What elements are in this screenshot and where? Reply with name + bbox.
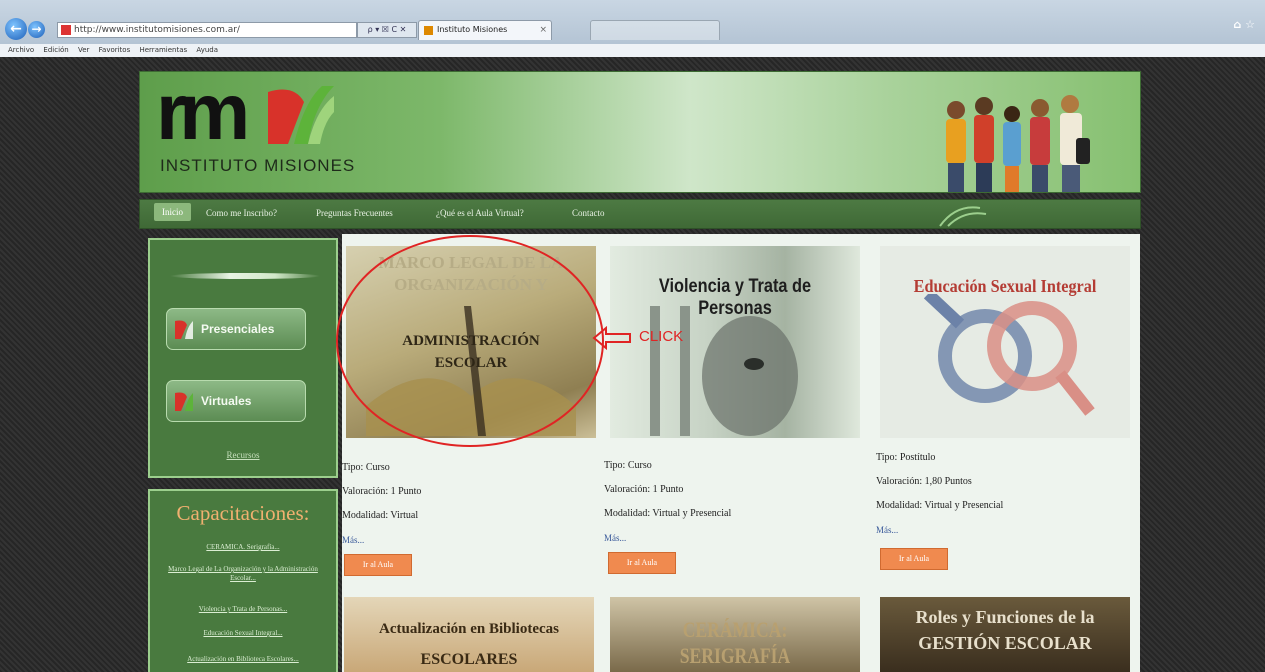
course-more-link[interactable]: Más...	[342, 528, 421, 552]
logo-mark-icon	[268, 86, 334, 144]
annotation-click-label: CLICK	[639, 328, 684, 345]
menu-bar: Archivo Edición Ver Favoritos Herramient…	[0, 44, 1265, 57]
site-favicon-icon	[61, 25, 71, 35]
tab-favicon-icon	[424, 26, 433, 35]
course-thumb-roles-funciones[interactable]: Roles y Funciones de la GESTIÓN ESCOLAR	[880, 597, 1130, 672]
capacitaciones-title: Capacitaciones:	[176, 501, 310, 525]
menu-ayuda[interactable]: Ayuda	[196, 46, 218, 54]
address-text: http://www.institutomisiones.com.ar/	[74, 25, 240, 35]
thumb-title-ceramica: CERÁMICA: SERIGRAFÍA	[679, 617, 791, 668]
course-tipo: Tipo: Postítulo	[876, 452, 936, 463]
course-modalidad: Modalidad: Virtual y Presencial	[604, 508, 732, 519]
students-photo	[946, 95, 1090, 192]
cap-link-violencia[interactable]: Violencia y Trata de Personas...	[160, 605, 326, 614]
cap-link-educacion-sexual[interactable]: Educación Sexual Integral...	[160, 629, 326, 638]
virtuales-flag-icon	[175, 392, 193, 411]
ir-al-aula-button[interactable]: Ir al Aula	[344, 554, 412, 576]
course-valoracion: Valoración: 1 Punto	[342, 486, 422, 497]
ir-al-aula-button[interactable]: Ir al Aula	[880, 548, 948, 570]
course-valoracion: Valoración: 1 Punto	[604, 484, 684, 495]
gender-symbols-icon	[923, 294, 1095, 416]
course-tipo: Tipo: Curso	[342, 462, 390, 473]
menu-favoritos[interactable]: Favoritos	[99, 46, 131, 54]
course-tipo: Tipo: Curso	[604, 460, 652, 471]
thumb-title-violencia: Violencia y Trata de Personas	[658, 276, 812, 319]
course-modalidad: Modalidad: Virtual y Presencial	[876, 500, 1004, 511]
nav-aula-virtual[interactable]: ¿Qué es el Aula Virtual?	[436, 208, 524, 218]
thumb-title-bibliotecas-2: ESCOLARES	[420, 651, 518, 668]
thumb-title-roles-1: Roles y Funciones de la	[915, 607, 1095, 627]
header-banner: rm INSTITUTO MISIONES	[139, 71, 1141, 193]
cap-link-bibliotecas[interactable]: Actualización en Biblioteca Escolares...	[160, 655, 326, 664]
window-controls[interactable]: ⌂ ☆	[1233, 18, 1255, 31]
logo-letters: rm	[156, 67, 250, 156]
annotation-circle	[336, 235, 604, 447]
virtuales-button[interactable]: Virtuales	[166, 380, 306, 422]
ir-al-aula-button[interactable]: Ir al Aula	[608, 552, 676, 574]
tab-close-icon[interactable]: ×	[539, 21, 547, 39]
cap-link-ceramica[interactable]: CERAMICA. Serigrafía...	[160, 543, 326, 552]
menu-archivo[interactable]: Archivo	[8, 46, 34, 54]
face-illustration-icon	[650, 306, 798, 436]
main-nav: Inicio Como me Inscribo? Preguntas Frecu…	[139, 199, 1141, 229]
thumb-title-educacion-sexual: Educación Sexual Integral	[913, 276, 1097, 296]
logo-text: INSTITUTO MISIONES	[160, 156, 356, 175]
course-info-marco-legal: Tipo: Curso Valoración: 1 Punto Modalida…	[342, 456, 421, 552]
sidebar-modalidades: Presenciales Virtuales Recursos	[148, 238, 338, 478]
thumb-title-roles-2: GESTIÓN ESCOLAR	[918, 633, 1092, 653]
sidebar-divider	[170, 273, 320, 279]
menu-ver[interactable]: Ver	[78, 46, 89, 54]
course-valoracion: Valoración: 1,80 Puntos	[876, 476, 972, 487]
sidebar-capacitaciones: Capacitaciones: CERAMICA. Serigrafía... …	[148, 489, 338, 672]
tab-label: Instituto Misiones	[437, 25, 508, 34]
cap-link-marco-legal[interactable]: Marco Legal de La Organización y la Admi…	[160, 565, 326, 583]
address-bar[interactable]: http://www.institutomisiones.com.ar/	[57, 22, 357, 38]
course-info-violencia: Tipo: Curso Valoración: 1 Punto Modalida…	[604, 454, 731, 550]
menu-herramientas[interactable]: Herramientas	[139, 46, 187, 54]
address-tools[interactable]: ρ ▾ ☒ C ✕	[357, 22, 417, 38]
course-modalidad: Modalidad: Virtual	[342, 510, 419, 521]
course-more-link[interactable]: Más...	[604, 526, 731, 550]
tab-new[interactable]	[590, 20, 720, 40]
course-thumb-educacion-sexual[interactable]: Educación Sexual Integral	[880, 246, 1130, 438]
course-more-link[interactable]: Más...	[876, 518, 1003, 542]
nav-inicio[interactable]: Inicio	[154, 203, 191, 221]
presenciales-button[interactable]: Presenciales	[166, 308, 306, 350]
thumb-title-bibliotecas-1: Actualización en Bibliotecas	[379, 621, 559, 637]
nav-preguntas-frecuentes[interactable]: Preguntas Frecuentes	[316, 208, 393, 218]
sidebar-recursos-link[interactable]: Recursos	[150, 450, 336, 460]
course-info-educacion-sexual: Tipo: Postítulo Valoración: 1,80 Puntos …	[876, 446, 1003, 542]
browser-chrome: ← → http://www.institutomisiones.com.ar/…	[0, 0, 1265, 57]
nav-contacto[interactable]: Contacto	[572, 208, 605, 218]
nav-decoration-icon	[939, 206, 987, 227]
presenciales-label: Presenciales	[201, 322, 275, 336]
nav-como-me-inscribo[interactable]: Como me Inscribo?	[206, 208, 277, 218]
menu-edicion[interactable]: Edición	[43, 46, 68, 54]
annotation-arrow-icon	[592, 326, 631, 350]
course-thumb-bibliotecas[interactable]: Actualización en Bibliotecas ESCOLARES	[344, 597, 594, 672]
presenciales-flag-icon	[175, 320, 193, 339]
course-thumb-ceramica[interactable]: CERÁMICA: SERIGRAFÍA	[610, 597, 860, 672]
tab-instituto-misiones[interactable]: Instituto Misiones ×	[418, 20, 552, 40]
back-arrow-icon[interactable]: ←	[5, 18, 27, 40]
forward-arrow-icon[interactable]: →	[28, 21, 45, 38]
virtuales-label: Virtuales	[201, 394, 252, 408]
